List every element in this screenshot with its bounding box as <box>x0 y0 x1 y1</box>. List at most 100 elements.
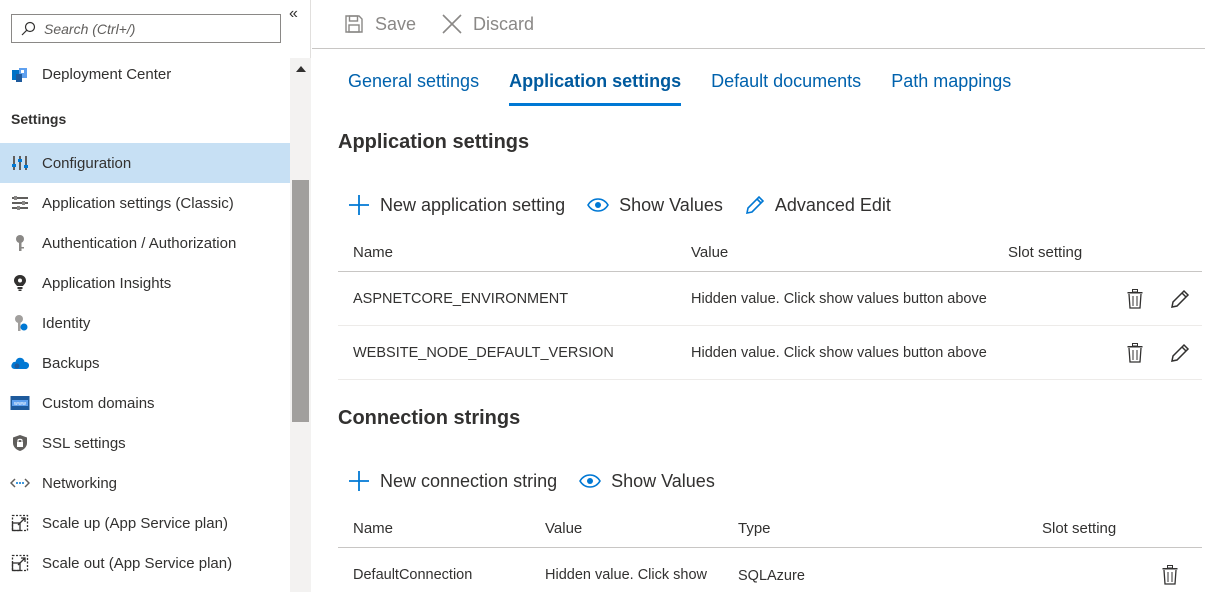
advanced-edit-label: Advanced Edit <box>774 194 891 215</box>
connection-strings-heading: Connection strings <box>338 407 521 429</box>
save-button[interactable]: Save <box>344 14 416 35</box>
show-values-button[interactable]: Show Values <box>579 471 715 492</box>
menu-item-identity[interactable]: Identity <box>0 303 290 343</box>
scale-out-icon <box>10 553 30 573</box>
tab-default-documents[interactable]: Default documents <box>711 66 861 106</box>
edit-button[interactable] <box>1168 341 1192 365</box>
column-header-value[interactable]: Value <box>691 244 728 261</box>
setting-value: Hidden value. Click show values button a… <box>691 290 987 307</box>
close-icon <box>442 14 462 34</box>
menu-item-ssl-settings[interactable]: SSL settings <box>0 423 290 463</box>
configuration-icon <box>10 153 30 173</box>
menu-item-configuration[interactable]: Configuration <box>0 143 290 183</box>
identity-key-icon <box>10 313 30 333</box>
trash-icon <box>1127 288 1143 309</box>
cloud-icon <box>10 353 30 373</box>
scale-up-icon <box>10 513 30 533</box>
discard-label: Discard <box>473 13 535 34</box>
tab-path-mappings[interactable]: Path mappings <box>891 66 1011 106</box>
menu-item-label: Identity <box>42 314 91 332</box>
connection-strings-grid: Name Value Type Slot setting DefaultConn… <box>338 509 1202 592</box>
save-label: Save <box>375 13 417 34</box>
column-header-slot-setting[interactable]: Slot setting <box>1008 244 1082 261</box>
menu-item-label: Application Insights <box>42 274 172 292</box>
menu-item-deployment-center[interactable]: Deployment Center <box>0 54 290 94</box>
menu-item-scale-out[interactable]: Scale out (App Service plan) <box>0 543 290 583</box>
new-connection-string-label: New connection string <box>380 470 558 491</box>
setting-name: WEBSITE_NODE_DEFAULT_VERSION <box>353 344 614 361</box>
app-settings-grid: Name Value Slot setting ASPNETCORE_ENVIR… <box>338 233 1202 380</box>
save-icon <box>345 15 363 33</box>
app-settings-commands: New application setting Show Values Adva… <box>348 194 913 216</box>
app-settings-heading: Application settings <box>338 131 530 153</box>
menu-item-label: SSL settings <box>42 434 126 452</box>
deployment-center-icon <box>10 64 30 84</box>
setting-value: Hidden value. Click show values button a… <box>691 344 987 361</box>
pencil-icon <box>1171 343 1190 362</box>
connection-strings-commands: New connection string Show Values <box>348 470 737 492</box>
settings-section: Settings <box>0 94 290 143</box>
key-icon <box>10 233 30 253</box>
collapse-menu-button[interactable]: « <box>289 4 298 24</box>
trash-icon <box>1162 564 1178 585</box>
tab-general-settings[interactable]: General settings <box>348 66 479 106</box>
table-row[interactable]: WEBSITE_NODE_DEFAULT_VERSION Hidden valu… <box>338 326 1202 380</box>
svg-text:www: www <box>14 401 26 407</box>
setting-name: ASPNETCORE_ENVIRONMENT <box>353 290 569 307</box>
eye-icon <box>579 474 602 488</box>
table-row[interactable]: DefaultConnection Hidden value. Click sh… <box>338 548 1202 592</box>
menu-item-label: Custom domains <box>42 394 155 412</box>
www-icon: www <box>10 393 30 413</box>
menu-item-label: Deployment Center <box>42 65 172 83</box>
configuration-blade: Save Discard General settings Applicatio… <box>312 0 1205 592</box>
new-connection-string-button[interactable]: New connection string <box>348 470 557 492</box>
add-icon <box>349 195 369 215</box>
grid-header: Name Value Slot setting <box>338 233 1202 272</box>
scroll-thumb[interactable] <box>292 180 309 422</box>
resource-menu: « Deployment Center Settings <box>0 0 311 592</box>
menu-item-scale-up[interactable]: Scale up (App Service plan) <box>0 503 290 543</box>
pencil-icon <box>745 195 764 215</box>
menu-item-application-insights[interactable]: Application Insights <box>0 263 290 303</box>
lightbulb-icon <box>10 273 30 293</box>
column-header-type[interactable]: Type <box>738 520 771 537</box>
column-header-name[interactable]: Name <box>353 520 393 537</box>
edit-button[interactable] <box>1168 287 1192 311</box>
show-values-label: Show Values <box>611 470 715 491</box>
delete-button[interactable] <box>1123 287 1147 311</box>
trash-icon <box>1127 342 1143 363</box>
menu-item-label: Configuration <box>42 154 132 172</box>
shield-icon <box>10 433 30 453</box>
menu-item-label: Application settings (Classic) <box>42 194 234 212</box>
delete-button[interactable] <box>1123 341 1147 365</box>
grid-header: Name Value Type Slot setting <box>338 509 1202 548</box>
column-header-slot-setting[interactable]: Slot setting <box>1042 520 1116 537</box>
section-heading: Settings <box>11 110 67 127</box>
column-header-value[interactable]: Value <box>545 520 582 537</box>
scroll-up-arrow-icon[interactable] <box>290 60 311 78</box>
search-box[interactable] <box>11 14 281 43</box>
eye-icon <box>587 198 610 212</box>
column-header-name[interactable]: Name <box>353 244 393 261</box>
menu-item-app-settings-classic[interactable]: Application settings (Classic) <box>0 183 290 223</box>
configuration-tabs: General settings Application settings De… <box>348 66 1041 106</box>
tab-application-settings[interactable]: Application settings <box>509 66 682 106</box>
advanced-edit-button[interactable]: Advanced Edit <box>745 195 891 216</box>
menu-item-custom-domains[interactable]: www Custom domains <box>0 383 290 423</box>
app-settings-classic-icon <box>10 193 30 213</box>
menu-item-authentication[interactable]: Authentication / Authorization <box>0 223 290 263</box>
menu-item-label: Scale out (App Service plan) <box>42 554 233 572</box>
search-input[interactable] <box>44 20 264 37</box>
menu-scrollbar[interactable] <box>290 58 311 592</box>
new-application-setting-button[interactable]: New application setting <box>348 194 565 216</box>
menu-item-backups[interactable]: Backups <box>0 343 290 383</box>
menu-item-networking[interactable]: Networking <box>0 463 290 503</box>
table-row[interactable]: ASPNETCORE_ENVIRONMENT Hidden value. Cli… <box>338 272 1202 326</box>
connection-name: DefaultConnection <box>353 566 473 583</box>
show-values-button[interactable]: Show Values <box>587 195 723 216</box>
delete-button[interactable] <box>1158 563 1182 587</box>
menu-list: Deployment Center Settings Configuration <box>0 54 290 583</box>
discard-button[interactable]: Discard <box>442 14 534 35</box>
command-toolbar: Save Discard <box>312 0 1205 49</box>
menu-item-label: Backups <box>42 354 100 372</box>
